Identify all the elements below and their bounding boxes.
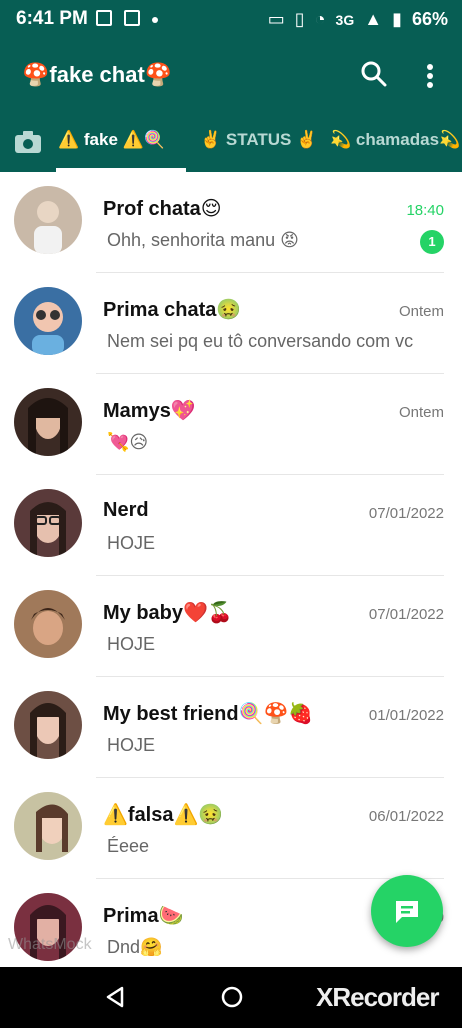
chat-row[interactable]: Prof chata😌 Ohh, senhorita manu 😡 18:40 … bbox=[0, 172, 462, 273]
app-title: 🍄fake chat🍄 bbox=[22, 62, 173, 87]
network-type-label: 3G bbox=[335, 11, 355, 28]
system-icons: ▭ ▯ ◔ 3G ▲ ▮ 66% bbox=[268, 9, 448, 30]
status-time: 6:41 PM bbox=[16, 8, 88, 29]
cast-icon: ▭ bbox=[267, 9, 285, 29]
new-chat-button[interactable] bbox=[371, 875, 443, 947]
chat-last-message: HOJE bbox=[107, 735, 156, 755]
chat-name: Prima chata🤢 bbox=[103, 299, 242, 321]
chat-last-message: Éeee bbox=[107, 836, 150, 856]
wifi-icon: ◔ bbox=[314, 9, 326, 29]
avatar[interactable] bbox=[14, 489, 82, 557]
tab-status[interactable]: ✌️ STATUS ✌️ bbox=[200, 130, 317, 150]
avatar[interactable] bbox=[14, 287, 82, 355]
more-options-icon[interactable] bbox=[418, 62, 442, 90]
more-notifications-icon bbox=[152, 17, 158, 23]
avatar[interactable] bbox=[14, 792, 82, 860]
chat-row[interactable]: ⚠️falsa⚠️🤢 Éeee 06/01/2022 bbox=[0, 778, 462, 879]
chat-last-message: Nem sei pq eu tô conversando com vc bbox=[107, 331, 414, 351]
chat-row[interactable]: Nerd HOJE 07/01/2022 bbox=[0, 475, 462, 576]
chat-list[interactable]: Prof chata😌 Ohh, senhorita manu 😡 18:40 … bbox=[0, 172, 462, 967]
chat-last-message: Dnd🤗 bbox=[107, 937, 163, 957]
chat-last-message: Ohh, senhorita manu 😡 bbox=[107, 230, 299, 250]
chat-time: 06/01/2022 bbox=[368, 808, 444, 825]
chat-name: Prima🍉 bbox=[103, 905, 184, 927]
avatar[interactable] bbox=[14, 590, 82, 658]
home-icon[interactable] bbox=[220, 985, 244, 1009]
back-icon[interactable] bbox=[104, 985, 126, 1009]
battery-percent: 66% bbox=[411, 9, 448, 29]
search-icon[interactable] bbox=[360, 60, 388, 88]
app-watermark: WhatsMock bbox=[8, 936, 92, 953]
vibrate-icon: ▯ bbox=[294, 9, 305, 29]
status-bar: 6:41 PM ▭ ▯ ◔ 3G ▲ ▮ 66% bbox=[0, 0, 462, 38]
tab-bar: ⚠️ fake ⚠️🍭 ✌️ STATUS ✌️ 💫 chamadas💫 bbox=[0, 112, 462, 172]
tab-chats[interactable]: ⚠️ fake ⚠️🍭 bbox=[58, 130, 165, 150]
chat-time: 07/01/2022 bbox=[368, 606, 444, 623]
message-icon bbox=[396, 901, 418, 923]
chat-name: Mamys💖 bbox=[103, 400, 196, 422]
camera-icon[interactable] bbox=[14, 130, 42, 154]
image-notification-icon bbox=[96, 10, 112, 26]
chat-time: 18:40 bbox=[406, 202, 444, 219]
chat-name: ⚠️falsa⚠️🤢 bbox=[103, 804, 224, 826]
avatar[interactable] bbox=[14, 186, 82, 254]
notification-icons bbox=[96, 10, 158, 26]
avatar[interactable] bbox=[14, 388, 82, 456]
chat-name: Nerd bbox=[103, 499, 149, 521]
chat-last-message: HOJE bbox=[107, 533, 156, 553]
chat-name: My best friend🍭🍄🍓 bbox=[103, 703, 314, 725]
chat-last-message: HOJE bbox=[107, 634, 156, 654]
unread-badge: 1 bbox=[420, 230, 444, 254]
chat-time: 01/01/2022 bbox=[368, 707, 444, 724]
chat-row[interactable]: My baby❤️🍒 HOJE 07/01/2022 bbox=[0, 576, 462, 677]
chat-row[interactable]: My best friend🍭🍄🍓 HOJE 01/01/2022 bbox=[0, 677, 462, 778]
chat-last-message: 💘😥 bbox=[107, 432, 149, 452]
chat-time: 07/01/2022 bbox=[368, 505, 444, 522]
message-notification-icon bbox=[124, 10, 140, 26]
chat-row[interactable]: Mamys💖 💘😥 Ontem bbox=[0, 374, 462, 475]
recorder-watermark: XRecorder bbox=[316, 982, 439, 1012]
battery-icon: ▮ bbox=[392, 9, 402, 29]
chat-time: Ontem bbox=[398, 303, 444, 320]
avatar[interactable] bbox=[14, 691, 82, 759]
chat-name: My baby❤️🍒 bbox=[103, 602, 233, 624]
app-bar: 🍄fake chat🍄 bbox=[0, 38, 462, 112]
tab-calls[interactable]: 💫 chamadas💫 bbox=[330, 130, 460, 150]
chat-time: Ontem bbox=[398, 404, 444, 421]
chat-row[interactable]: Prima chata🤢 Nem sei pq eu tô conversand… bbox=[0, 273, 462, 374]
chat-name: Prof chata😌 bbox=[103, 198, 222, 220]
system-nav-bar: XRecorder bbox=[0, 967, 462, 1028]
signal-icon: ▲ bbox=[364, 9, 383, 29]
